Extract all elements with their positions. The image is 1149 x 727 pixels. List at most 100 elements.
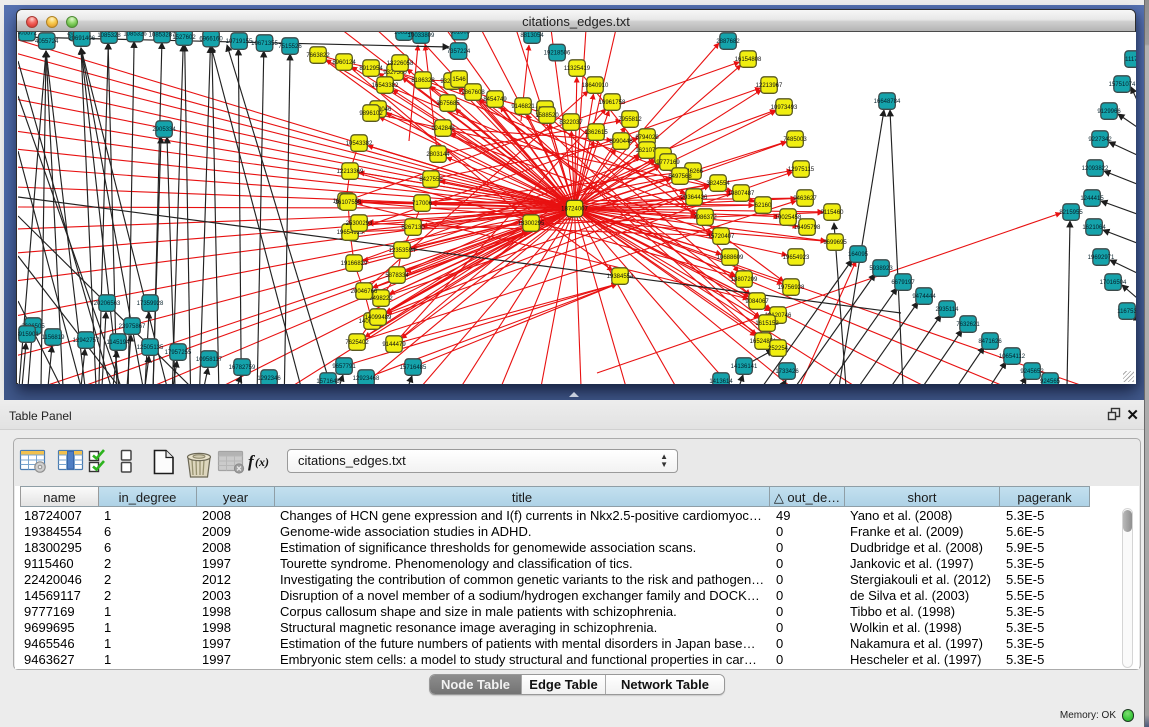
svg-text:2887682: 2887682 xyxy=(716,39,740,45)
svg-text:20691406: 20691406 xyxy=(68,36,95,42)
svg-text:1527602: 1527602 xyxy=(172,35,196,41)
svg-text:1085328: 1085328 xyxy=(97,33,121,39)
svg-text:1292346: 1292346 xyxy=(257,376,281,382)
svg-text:15751074: 15751074 xyxy=(1109,82,1136,88)
svg-text:9129966: 9129966 xyxy=(1097,109,1121,115)
svg-text:6497568: 6497568 xyxy=(668,174,692,180)
svg-text:16782759: 16782759 xyxy=(229,365,256,371)
svg-text:1085326: 1085326 xyxy=(123,32,147,38)
svg-text:3675685: 3675685 xyxy=(436,101,460,107)
svg-text:7632621: 7632621 xyxy=(956,322,980,328)
svg-text:18300295: 18300295 xyxy=(518,221,545,227)
svg-text:8322037: 8322037 xyxy=(559,120,583,126)
svg-text:10973493: 10973493 xyxy=(771,105,798,111)
svg-text:1615152: 1615152 xyxy=(755,321,779,327)
svg-text:10543382: 10543382 xyxy=(346,141,373,147)
svg-text:1733426: 1733426 xyxy=(775,369,799,375)
svg-text:16961758: 16961758 xyxy=(599,100,626,106)
svg-text:11170: 11170 xyxy=(1125,57,1136,63)
svg-text:9242848: 9242848 xyxy=(431,126,455,132)
svg-text:1621064: 1621064 xyxy=(1082,225,1106,231)
svg-text:12213967: 12213967 xyxy=(756,83,783,89)
svg-text:8471626: 8471626 xyxy=(978,339,1002,345)
svg-text:1571648: 1571648 xyxy=(316,379,340,384)
svg-text:2867608: 2867608 xyxy=(461,90,485,96)
svg-text:16495798: 16495798 xyxy=(794,225,821,231)
svg-text:19166829: 19166829 xyxy=(341,261,368,267)
svg-text:20364436: 20364436 xyxy=(681,195,708,201)
svg-text:15716485: 15716485 xyxy=(400,365,427,371)
svg-text:17359928: 17359928 xyxy=(137,301,164,307)
svg-text:7986372: 7986372 xyxy=(693,215,717,221)
svg-text:7955812: 7955812 xyxy=(618,117,642,123)
svg-text:7625402: 7625402 xyxy=(345,340,369,346)
svg-text:924565: 924565 xyxy=(1040,379,1061,384)
svg-text:18807209: 18807209 xyxy=(731,277,758,283)
svg-text:12353594: 12353594 xyxy=(389,248,416,254)
svg-text:7357224: 7357224 xyxy=(447,49,471,55)
svg-text:9144479: 9144479 xyxy=(382,342,406,348)
svg-text:1546: 1546 xyxy=(452,77,466,83)
svg-text:1362615: 1362615 xyxy=(584,130,608,136)
svg-text:10654112: 10654112 xyxy=(999,354,1026,360)
svg-text:15720407: 15720407 xyxy=(708,234,735,240)
svg-text:9245652: 9245652 xyxy=(1020,369,1044,375)
svg-text:9699695: 9699695 xyxy=(823,240,847,246)
svg-text:6966160: 6966160 xyxy=(199,37,223,43)
svg-text:23975867: 23975867 xyxy=(119,324,146,330)
svg-text:881305: 881305 xyxy=(450,32,471,36)
svg-text:9463627: 9463627 xyxy=(793,196,817,202)
svg-text:116753: 116753 xyxy=(1117,309,1136,315)
svg-text:717006: 717006 xyxy=(412,201,433,207)
svg-text:1156819: 1156819 xyxy=(42,335,66,341)
svg-text:8960124: 8960124 xyxy=(332,60,356,66)
svg-text:12505135: 12505135 xyxy=(137,345,164,351)
svg-text:8912954: 8912954 xyxy=(359,66,383,72)
svg-text:6679197: 6679197 xyxy=(891,280,915,286)
svg-text:19692971: 19692971 xyxy=(1088,255,1115,261)
svg-text:18724007: 18724007 xyxy=(561,207,588,213)
svg-text:14099489: 14099489 xyxy=(365,315,392,321)
svg-text:2905334: 2905334 xyxy=(152,127,176,133)
svg-text:8990448: 8990448 xyxy=(609,139,633,145)
svg-text:17957255: 17957255 xyxy=(165,350,192,356)
svg-text:3915901: 3915901 xyxy=(18,332,39,338)
svg-text:9227342: 9227342 xyxy=(1088,137,1112,143)
svg-text:405572: 405572 xyxy=(18,32,38,37)
svg-text:16107553: 16107553 xyxy=(335,200,362,206)
svg-text:10033809: 10033809 xyxy=(408,33,435,39)
svg-text:16154808: 16154808 xyxy=(735,57,762,63)
svg-text:5938923: 5938923 xyxy=(869,266,893,272)
svg-text:16543382: 16543382 xyxy=(372,83,399,89)
svg-text:5878334: 5878334 xyxy=(385,273,409,279)
svg-text:1588520: 1588520 xyxy=(535,113,559,119)
svg-text:164095: 164095 xyxy=(848,252,869,258)
svg-text:1145194: 1145194 xyxy=(107,340,131,346)
svg-text:9146821: 9146821 xyxy=(511,104,535,110)
svg-text:10671355: 10671355 xyxy=(251,41,278,47)
svg-text:18640910: 18640910 xyxy=(582,83,609,89)
svg-text:5498222: 5498222 xyxy=(369,296,393,302)
svg-text:9084067: 9084067 xyxy=(745,299,769,305)
svg-text:7515526: 7515526 xyxy=(278,44,302,50)
svg-text:10025458: 10025458 xyxy=(775,215,802,221)
svg-text:10958117: 10958117 xyxy=(196,357,223,363)
svg-text:7485003: 7485003 xyxy=(783,137,807,143)
svg-text:1413614: 1413614 xyxy=(709,379,733,384)
svg-text:12093822: 12093822 xyxy=(1082,166,1109,172)
svg-text:9474444: 9474444 xyxy=(912,294,936,300)
svg-text:10688609: 10688609 xyxy=(717,255,744,261)
svg-text:11325419: 11325419 xyxy=(564,66,591,72)
svg-text:8454749: 8454749 xyxy=(483,97,507,103)
svg-text:12975115: 12975115 xyxy=(788,167,815,173)
svg-text:8267130: 8267130 xyxy=(401,225,425,231)
svg-text:16648784: 16648784 xyxy=(874,99,901,105)
svg-text:7663822: 7663822 xyxy=(306,53,330,59)
svg-text:8813054: 8813054 xyxy=(520,33,544,39)
svg-text:8186328: 8186328 xyxy=(411,78,435,84)
svg-text:9657791: 9657791 xyxy=(332,364,356,370)
svg-text:19654923: 19654923 xyxy=(783,255,810,261)
svg-text:9896102: 9896102 xyxy=(359,111,383,117)
svg-text:19218506: 19218506 xyxy=(544,51,571,57)
svg-text:25300293: 25300293 xyxy=(346,221,373,227)
